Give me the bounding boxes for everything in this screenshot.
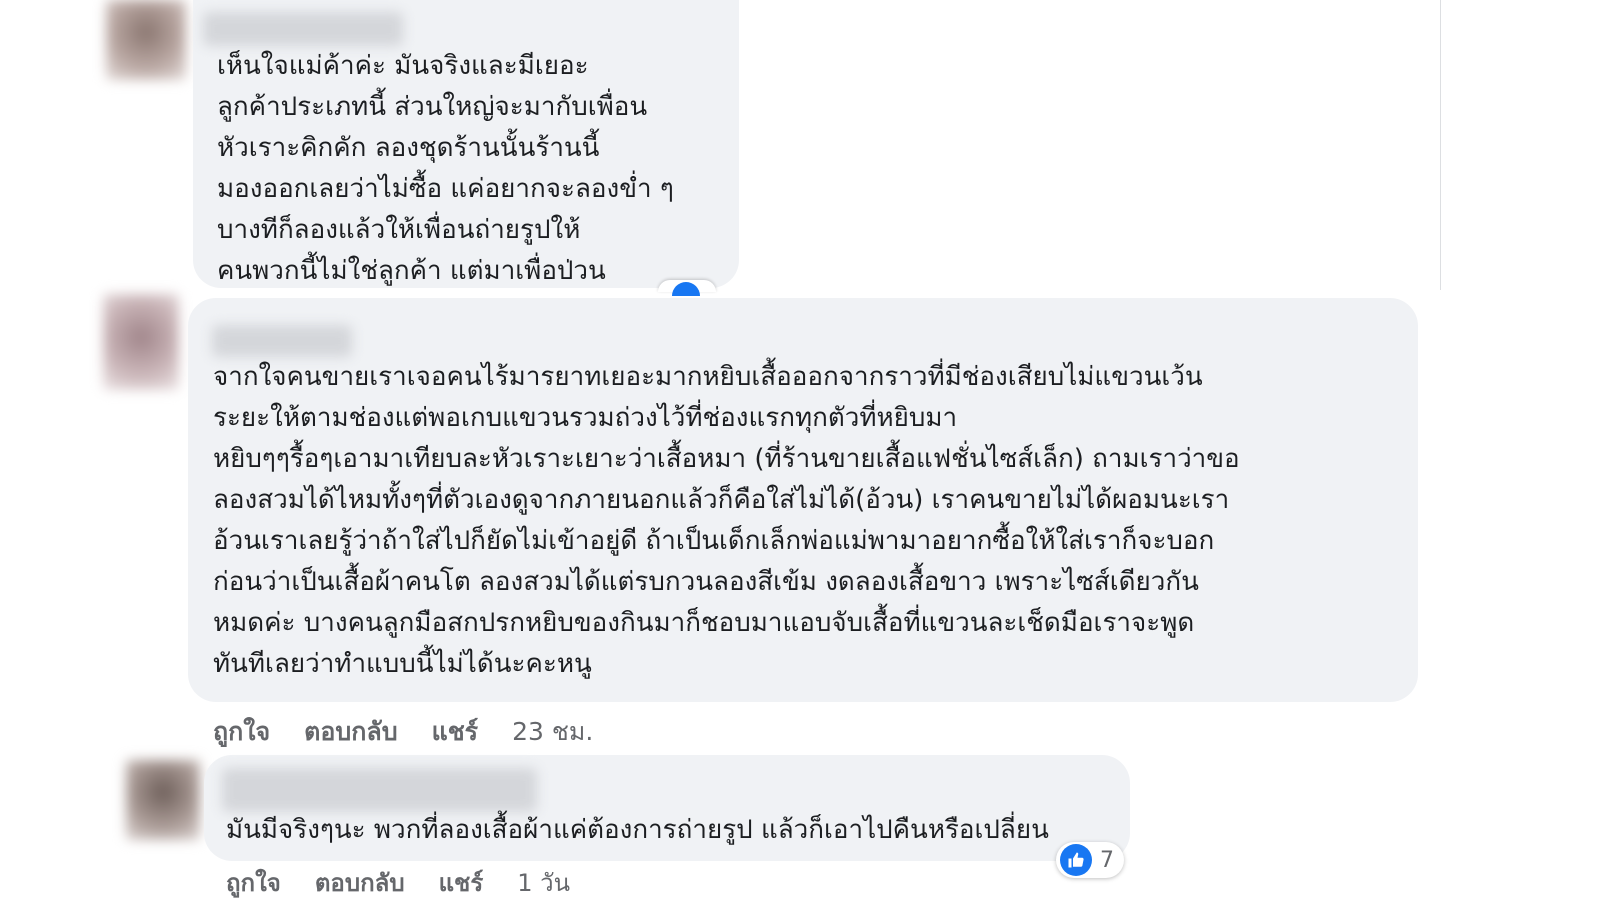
comment-line: หมดค่ะ บางคนลูกมือสกปรกหยิบของกินมาก็ชอบ… xyxy=(213,608,1195,638)
comment-timestamp[interactable]: 1 วัน xyxy=(517,863,570,900)
commenter-name[interactable] xyxy=(212,325,352,357)
comment-thread: เห็นใจแม่ค้าค่ะ มันจริงและมีเยอะ ลูกค้าป… xyxy=(0,0,1600,900)
reaction-badge-partial[interactable] xyxy=(658,280,716,296)
comment-text: เห็นใจแม่ค้าค่ะ มันจริงและมีเยอะ ลูกค้าป… xyxy=(217,46,674,292)
comment-line: จากใจคนขายเราเจอคนไร้มารยาทเยอะมากหยิบเส… xyxy=(213,362,1203,392)
like-link[interactable]: ถูกใจ xyxy=(213,712,270,752)
comment-line: บางทีก็ลองแล้วให้เพื่อนถ่ายรูปให้ xyxy=(217,215,581,245)
thumbs-up-icon xyxy=(1060,844,1092,876)
share-link[interactable]: แชร์ xyxy=(439,863,484,900)
comment-line: หยิบๆๆรื้อๆเอามาเทียบละหัวเราะเยาะว่าเสื… xyxy=(213,444,1240,474)
comment-actions: ถูกใจ ตอบกลับ แชร์ 23 ชม. xyxy=(213,712,593,752)
comment-text: มันมีจริงๆนะ พวกที่ลองเสื้อผ้าแค่ต้องการ… xyxy=(226,810,1049,851)
comment-line: คนพวกนี้ไม่ใช่ลูกค้า แต่มาเพื่อป่วน xyxy=(217,256,606,286)
reaction-count: 7 xyxy=(1100,847,1114,873)
comment-line: เห็นใจแม่ค้าค่ะ มันจริงและมีเยอะ xyxy=(217,51,589,81)
avatar[interactable] xyxy=(126,760,200,840)
avatar[interactable] xyxy=(106,0,186,80)
like-icon xyxy=(672,282,700,296)
reply-link[interactable]: ตอบกลับ xyxy=(315,863,405,900)
avatar[interactable] xyxy=(103,294,179,390)
thread-divider xyxy=(1440,0,1441,290)
comment-line: มันมีจริงๆนะ พวกที่ลองเสื้อผ้าแค่ต้องการ… xyxy=(226,815,1049,845)
reaction-badge[interactable]: 7 xyxy=(1056,842,1124,878)
comment-text: จากใจคนขายเราเจอคนไร้มารยาทเยอะมากหยิบเส… xyxy=(213,357,1240,685)
reply-link[interactable]: ตอบกลับ xyxy=(304,712,397,752)
comment-line: ระยะให้ตามช่องแต่พอเกบแขวนรวมถ่วงไว้ที่ช… xyxy=(213,403,958,433)
comment-line: ลูกค้าประเภทนี้ ส่วนใหญ่จะมากับเพื่อน xyxy=(217,92,648,122)
comment-line: อ้วนเราเลยรู้ว่าถ้าใส่ไปก็ยัดไม่เข้าอยู่… xyxy=(213,526,1215,556)
like-link[interactable]: ถูกใจ xyxy=(226,863,281,900)
commenter-name[interactable] xyxy=(222,768,537,812)
comment-line: ก่อนว่าเป็นเสื้อผ้าคนโต ลองสวมได้แต่รบกว… xyxy=(213,567,1199,597)
comment-line: หัวเราะคิกคัก ลองชุดร้านนั้นร้านนี้ xyxy=(217,133,600,163)
share-link[interactable]: แชร์ xyxy=(432,712,479,752)
comment-line: มองออกเลยว่าไม่ซื้อ แค่อยากจะลองข่ำ ๆ xyxy=(217,174,674,204)
comment-line: ลองสวมได้ไหมทั้งๆที่ตัวเองดูจากภายนอกแล้… xyxy=(213,485,1230,515)
comment-line: ทันทีเลยว่าทำแบบนี้ไม่ได้นะคะหนู xyxy=(213,649,592,679)
commenter-name[interactable] xyxy=(203,12,403,46)
comment-actions: ถูกใจ ตอบกลับ แชร์ 1 วัน xyxy=(226,863,570,900)
comment-timestamp[interactable]: 23 ชม. xyxy=(512,712,593,752)
